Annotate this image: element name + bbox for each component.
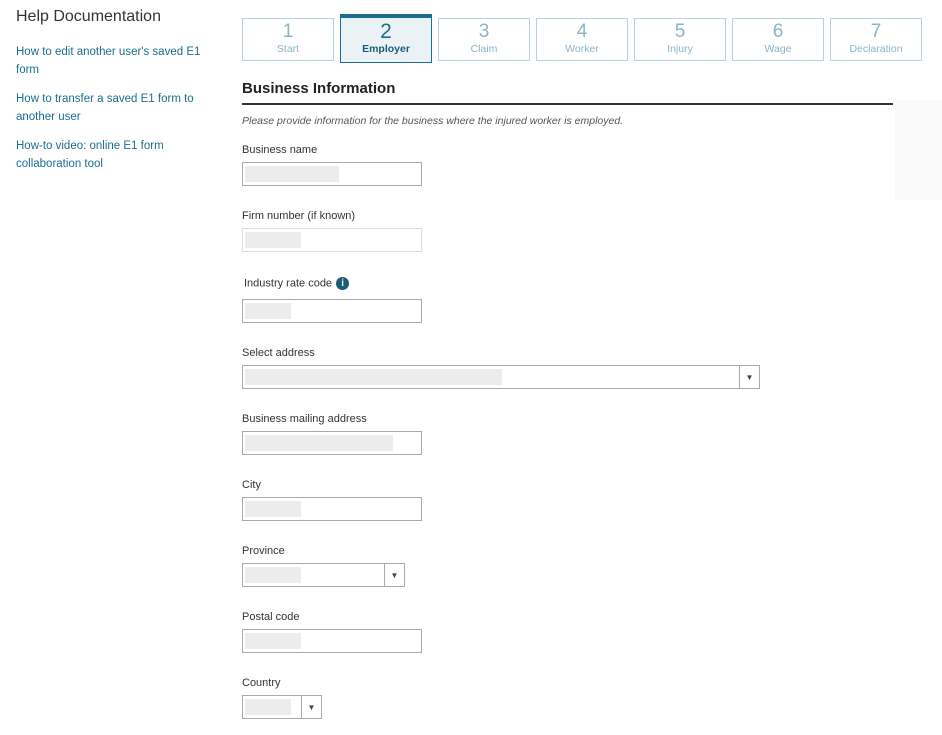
city-input[interactable] (242, 497, 422, 521)
country-label: Country (242, 677, 281, 689)
step-number: 3 (478, 21, 490, 42)
step-label: Wage (764, 43, 792, 55)
postal-code-input[interactable] (242, 629, 422, 653)
redacted-value (245, 435, 393, 451)
step-number: 4 (576, 21, 588, 42)
country-dropdown[interactable]: ▼ (242, 695, 322, 719)
step-employer[interactable]: 2 Employer (340, 14, 432, 63)
firm-number-label: Firm number (if known) (242, 210, 356, 222)
business-name-label: Business name (242, 144, 318, 156)
step-label: Worker (565, 43, 599, 55)
redacted-value (245, 303, 291, 319)
section-title: Business Information (242, 80, 893, 105)
step-number: 2 (380, 20, 392, 43)
firm-number-input[interactable] (242, 228, 422, 252)
info-icon[interactable]: i (336, 277, 350, 290)
step-label: Claim (470, 43, 498, 55)
chevron-down-icon[interactable]: ▼ (384, 564, 404, 586)
redacted-value (245, 699, 291, 715)
help-link-edit-saved-form[interactable]: How to edit another user's saved E1 form (16, 44, 216, 79)
help-sidebar: Help Documentation How to edit another u… (16, 8, 216, 185)
select-address-label: Select address (242, 347, 315, 359)
step-number: 5 (674, 21, 686, 42)
industry-rate-code-input[interactable] (242, 299, 422, 323)
step-label: Start (276, 43, 300, 55)
redacted-value (245, 166, 339, 182)
step-wage[interactable]: 6 Wage (732, 18, 824, 61)
mailing-address-label: Business mailing address (242, 413, 367, 425)
chevron-down-icon[interactable]: ▼ (301, 696, 321, 718)
redacted-value (245, 633, 301, 649)
step-worker[interactable]: 4 Worker (536, 18, 628, 61)
step-start[interactable]: 1 Start (242, 18, 334, 61)
postal-code-label: Postal code (242, 611, 300, 623)
section-intro: Please provide information for the busin… (242, 115, 624, 127)
step-declaration[interactable]: 7 Declaration (830, 18, 922, 61)
help-link-transfer-form[interactable]: How to transfer a saved E1 form to anoth… (16, 91, 216, 126)
chevron-down-icon[interactable]: ▼ (739, 366, 759, 388)
sidebar-title: Help Documentation (16, 8, 161, 25)
redacted-value (245, 369, 502, 385)
step-label: Employer (362, 43, 410, 55)
province-dropdown[interactable]: ▼ (242, 563, 405, 587)
select-address-dropdown[interactable]: ▼ (242, 365, 760, 389)
industry-rate-code-label: Industry rate code i (244, 277, 350, 290)
mailing-address-input[interactable] (242, 431, 422, 455)
redacted-value (245, 232, 301, 248)
step-claim[interactable]: 3 Claim (438, 18, 530, 61)
redacted-value (245, 567, 301, 583)
city-label: City (242, 479, 261, 491)
business-name-input[interactable] (242, 162, 422, 186)
help-link-collaboration-video[interactable]: How-to video: online E1 form collaborati… (16, 138, 216, 173)
industry-rate-code-label-text: Industry rate code (244, 277, 333, 290)
redacted-value (245, 501, 301, 517)
step-label: Declaration (849, 43, 903, 55)
step-number: 1 (282, 21, 294, 42)
step-number: 6 (772, 21, 784, 42)
province-label: Province (242, 545, 285, 557)
page-edge-shade (895, 100, 942, 200)
step-label: Injury (667, 43, 693, 55)
step-injury[interactable]: 5 Injury (634, 18, 726, 61)
step-number: 7 (870, 21, 882, 42)
